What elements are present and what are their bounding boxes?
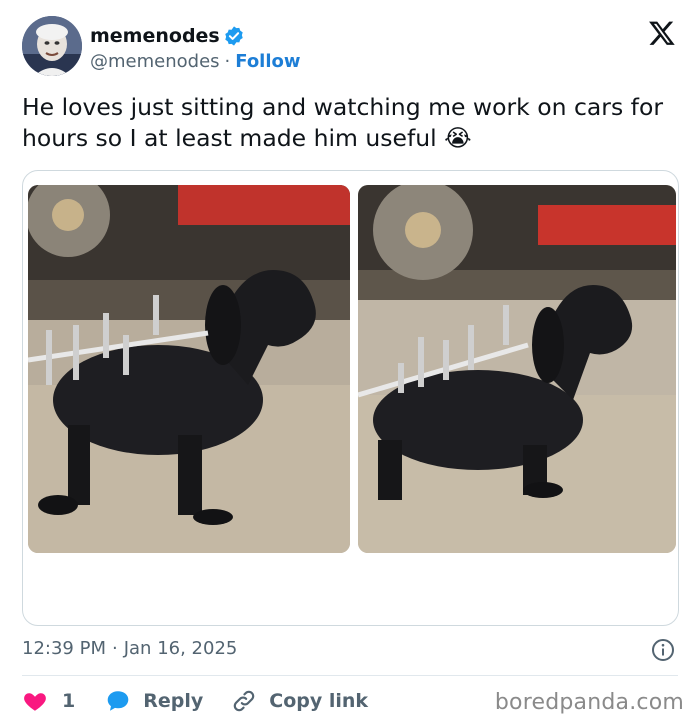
handle-separator: · xyxy=(224,51,231,72)
timestamp-separator: · xyxy=(111,638,118,659)
media-card[interactable] xyxy=(22,170,679,626)
heart-icon xyxy=(24,693,46,711)
reply-label: Reply xyxy=(143,690,204,712)
like-count: 1 xyxy=(62,690,76,712)
photo-left[interactable] xyxy=(28,185,350,553)
copy-link-label: Copy link xyxy=(269,690,369,712)
handle-row: @memenodes · Follow xyxy=(90,51,301,72)
verified-badge-icon xyxy=(225,26,243,46)
divider xyxy=(22,675,678,676)
follow-button[interactable]: Follow xyxy=(235,51,300,72)
x-logo-icon[interactable] xyxy=(648,19,676,47)
tweet-text: He loves just sitting and watching me wo… xyxy=(22,93,663,152)
action-bar: 1 Reply Copy link xyxy=(22,686,368,716)
info-icon[interactable] xyxy=(651,638,675,662)
dog-photo-right xyxy=(358,185,676,553)
dog-photo-left xyxy=(28,185,350,553)
name-row: memenodes xyxy=(90,25,245,47)
watermark: boredpanda.com xyxy=(494,690,684,715)
reply-button[interactable]: Reply xyxy=(105,688,203,714)
avatar-image xyxy=(22,16,82,76)
tweet-timestamp[interactable]: 12:39 PM · Jan 16, 2025 xyxy=(22,638,237,659)
handle[interactable]: @memenodes xyxy=(90,51,220,72)
link-icon xyxy=(234,690,255,712)
tweet-header: memenodes @memenodes · Follow xyxy=(22,16,678,78)
avatar[interactable] xyxy=(22,16,82,76)
like-button[interactable]: 1 xyxy=(22,688,75,714)
display-name[interactable]: memenodes xyxy=(90,25,220,47)
tweet-date: Jan 16, 2025 xyxy=(123,638,238,659)
photo-right[interactable] xyxy=(358,185,676,553)
tweet-time: 12:39 PM xyxy=(22,638,106,659)
reply-icon xyxy=(107,691,129,711)
copy-link-button[interactable]: Copy link xyxy=(231,688,368,714)
